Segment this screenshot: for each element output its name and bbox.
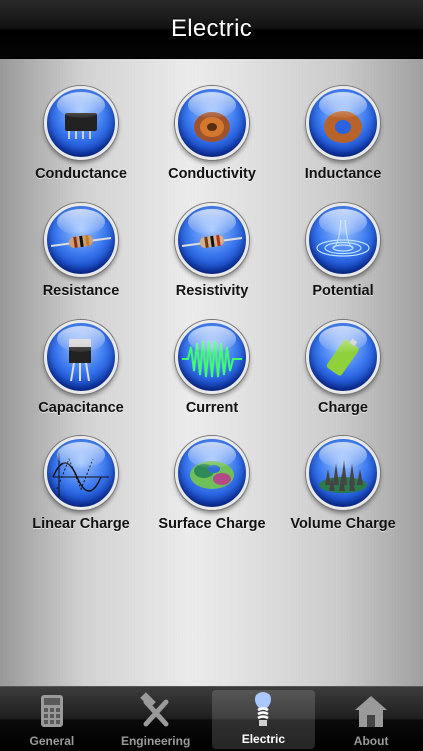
spikes-icon	[306, 436, 380, 510]
navigation-bar: Electric	[0, 0, 423, 59]
tab-electric[interactable]: Electric	[211, 690, 316, 749]
tile-inductance[interactable]: Inductance	[273, 86, 413, 196]
tile-label: Charge	[318, 400, 368, 416]
house-icon	[355, 696, 388, 727]
tile-conductance[interactable]: Conductance	[11, 86, 151, 196]
tile-capacitance[interactable]: Capacitance	[11, 320, 151, 430]
tab-label: About	[353, 734, 389, 748]
calculator-icon	[40, 695, 63, 727]
tile-label: Inductance	[304, 166, 382, 182]
tab-engineering[interactable]: Engineering	[104, 687, 208, 751]
tile-label: Potential	[312, 283, 374, 299]
lightbulb-icon	[255, 692, 272, 726]
resistor-icon	[175, 203, 249, 277]
tile-volume-charge[interactable]: Volume Charge	[273, 436, 413, 546]
tile-current[interactable]: Current	[142, 320, 282, 430]
tile-potential[interactable]: Potential	[273, 203, 413, 313]
battery-icon	[306, 320, 380, 394]
tab-general[interactable]: General	[0, 687, 104, 751]
tile-charge[interactable]: Charge	[273, 320, 413, 430]
toroid-icon	[306, 86, 380, 160]
resistor-icon	[44, 203, 118, 277]
tile-resistance[interactable]: Resistance	[11, 203, 151, 313]
chip-icon	[44, 86, 118, 160]
waveform-icon	[175, 320, 249, 394]
tile-conductivity[interactable]: Conductivity	[142, 86, 282, 196]
tile-label: Linear Charge	[32, 516, 130, 532]
tile-label: Resistivity	[175, 283, 249, 299]
transistor-icon	[44, 320, 118, 394]
tile-label: Conductance	[35, 166, 127, 182]
tab-label: Engineering	[120, 734, 191, 748]
tile-surface-charge[interactable]: Surface Charge	[142, 436, 282, 546]
tile-label: Surface Charge	[158, 516, 266, 532]
tab-bar: General Engineering Electric About	[0, 686, 423, 751]
surface-blob-icon	[175, 436, 249, 510]
potential-well-icon	[306, 203, 380, 277]
tile-label: Conductivity	[168, 166, 256, 182]
tile-label: Current	[185, 400, 239, 416]
tile-label: Resistance	[42, 283, 120, 299]
tile-linear-charge[interactable]: Linear Charge	[11, 436, 151, 546]
tab-about[interactable]: About	[319, 687, 423, 751]
tab-label: General	[29, 734, 75, 748]
content-area: Conductance Conductivity Inductance Resi…	[0, 59, 423, 686]
tab-label: Electric	[241, 732, 286, 746]
page-title: Electric	[170, 15, 253, 42]
tools-icon	[139, 692, 169, 727]
tile-label: Capacitance	[38, 400, 124, 416]
tile-label: Volume Charge	[290, 516, 396, 532]
tile-resistivity[interactable]: Resistivity	[142, 203, 282, 313]
copper-coil-icon	[175, 86, 249, 160]
sine-wave-icon	[44, 436, 118, 510]
